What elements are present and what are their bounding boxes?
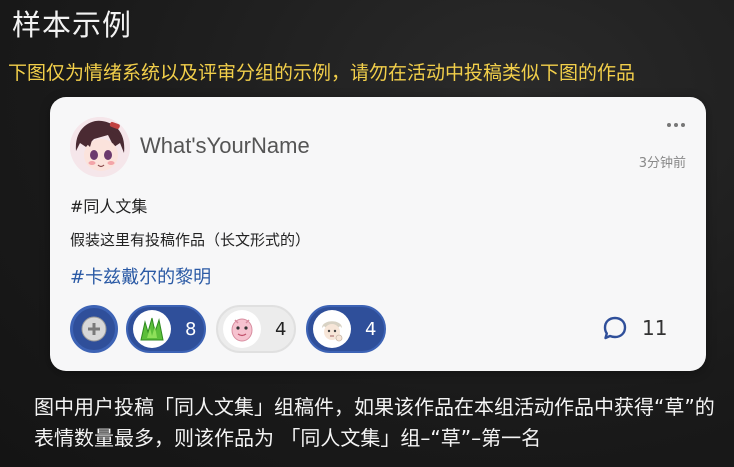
page-title: 样本示例 [12, 8, 133, 42]
username[interactable]: What'sYourName [140, 133, 310, 159]
timestamp: 3分钟前 [638, 156, 686, 171]
chibi-thinking-emoji-icon [313, 310, 351, 348]
topic-link[interactable]: #卡兹戴尔的黎明 [70, 263, 211, 289]
reaction-count: 4 [365, 318, 377, 340]
avatar[interactable] [70, 117, 130, 177]
reaction-pink-creature[interactable]: 4 [216, 305, 296, 353]
grass-emoji-icon [133, 310, 171, 348]
post-tag: #同人文集 [70, 197, 148, 216]
reaction-grass[interactable]: 8 [126, 305, 206, 353]
add-reaction-icon [81, 316, 107, 342]
comment-button[interactable]: 11 [602, 315, 667, 341]
add-reaction-button[interactable] [70, 305, 118, 353]
post-card: What'sYourName 3分钟前 #同人文集 假装这里有投稿作品（长文形式… [50, 97, 706, 371]
reaction-chibi-thinking[interactable]: 4 [306, 305, 386, 353]
comment-count: 11 [642, 316, 668, 340]
page-subtitle: 下图仅为情绪系统以及评审分组的示例，请勿在活动中投稿类似下图的作品 [8, 62, 636, 84]
post-body: 假装这里有投稿作品（长文形式的） [70, 231, 311, 249]
comment-bubble-icon [603, 316, 627, 340]
reaction-count: 8 [185, 318, 197, 340]
caption-text: 图中用户投稿「同人文集」组稿件，如果该作品在本组活动作品中获得“草”的表情数量最… [34, 395, 715, 450]
pink-creature-emoji-icon [223, 310, 261, 348]
more-dots-icon[interactable] [666, 121, 686, 129]
reaction-count: 4 [275, 318, 287, 340]
